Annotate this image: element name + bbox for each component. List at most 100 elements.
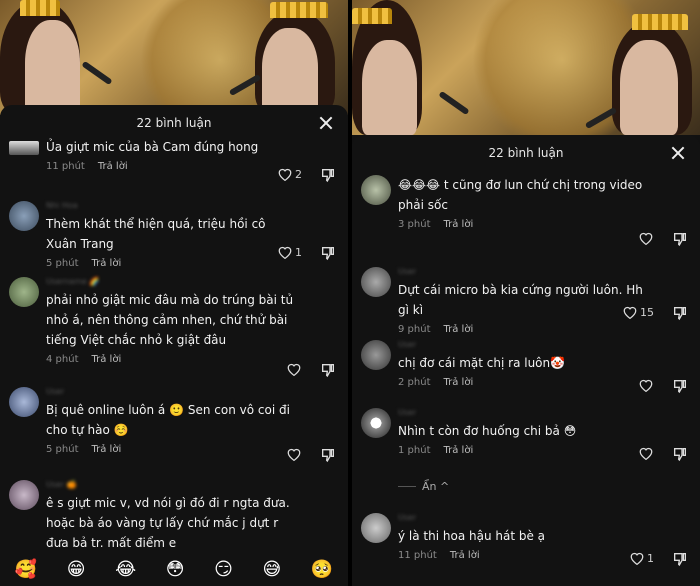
avatar[interactable]: [9, 201, 39, 231]
avatar[interactable]: [361, 408, 391, 438]
reply-button[interactable]: Trả lời: [444, 219, 474, 230]
sheet-header: 22 bình luận: [352, 135, 700, 171]
heart-icon: [639, 232, 653, 245]
dislike-icon[interactable]: [672, 551, 688, 567]
like-count: 15: [640, 305, 654, 319]
comment-text: ý là thi hoa hậu hát bè ạ: [398, 529, 546, 543]
sheet-header: 22 bình luận: [0, 105, 348, 141]
like-button[interactable]: 15: [622, 305, 654, 319]
heart-icon: [278, 246, 292, 259]
dislike-icon[interactable]: [320, 362, 336, 378]
close-icon[interactable]: [316, 113, 336, 133]
username: User: [46, 387, 65, 396]
comment-text: Bị quê online luôn á 🙂 Sen con vô coi đi…: [46, 403, 290, 437]
hide-label: Ẩn ^: [422, 480, 450, 493]
comment-item: User chị đơ cái mặt chị ra luôn🤡 2 phút …: [352, 340, 700, 394]
like-button[interactable]: 2: [277, 167, 302, 181]
comment-item: User Nhìn t còn đơ huống chi bả 😳 1 phút…: [352, 408, 700, 462]
like-button[interactable]: [638, 378, 654, 392]
heart-icon: [639, 379, 653, 392]
comment-item: User ý là thi hoa hậu hát bè ạ 11 phút T…: [352, 513, 700, 567]
like-button[interactable]: [638, 231, 654, 245]
heart-icon: [639, 447, 653, 460]
heart-icon: [623, 306, 637, 319]
dislike-icon[interactable]: [320, 245, 336, 261]
reply-button[interactable]: Trả lời: [450, 550, 480, 561]
comment-text: 😂😂😂 t cũng đơ lun chứ chị trong video ph…: [398, 178, 643, 212]
comment-item: User Dựt cái micro bà kia cứng người luô…: [352, 267, 700, 335]
heart-icon: [287, 448, 301, 461]
hide-replies[interactable]: Ẩn ^: [398, 480, 449, 493]
comment-item: User Bị quê online luôn á 🙂 Sen con vô c…: [0, 387, 348, 463]
comment-time: 11 phút: [398, 550, 437, 561]
divider: [398, 486, 416, 487]
emoji-button[interactable]: 🥺: [311, 559, 333, 580]
emoji-button[interactable]: 😅: [262, 559, 281, 580]
comment-item: Username 🌈 phải nhỏ giật mic đâu mà do t…: [0, 277, 348, 378]
dislike-icon[interactable]: [672, 378, 688, 394]
username: Username 🌈: [46, 277, 100, 286]
comment-time: 5 phút: [46, 258, 79, 269]
like-button[interactable]: [286, 362, 302, 376]
dislike-icon[interactable]: [320, 167, 336, 183]
username: User: [398, 267, 417, 276]
dislike-icon[interactable]: [672, 446, 688, 462]
comment-text: ê s giựt mic v, vd nói gì đó đi r ngta đ…: [46, 496, 290, 550]
comment-time: 5 phút: [46, 444, 79, 455]
like-button[interactable]: [286, 447, 302, 461]
reply-button[interactable]: Trả lời: [444, 377, 474, 388]
username: User: [398, 340, 417, 349]
emoji-button[interactable]: 😂: [115, 559, 136, 580]
reply-button[interactable]: Trả lời: [92, 444, 122, 455]
reply-button[interactable]: Trả lời: [92, 354, 122, 365]
dislike-icon[interactable]: [320, 447, 336, 463]
reply-button[interactable]: Trả lời: [92, 258, 122, 269]
like-count: 2: [295, 167, 302, 181]
emoji-button[interactable]: 😳: [166, 559, 185, 580]
reply-button[interactable]: Trả lời: [98, 161, 128, 172]
dislike-icon[interactable]: [672, 231, 688, 247]
username: Nhi Hoa: [46, 201, 78, 210]
right-screenshot: 22 bình luận 😂😂😂 t cũng đơ lun chứ chị t…: [352, 0, 700, 586]
comment-time: 1 phút: [398, 445, 431, 456]
heart-icon: [630, 552, 644, 565]
username: User: [398, 513, 417, 522]
avatar[interactable]: [9, 480, 39, 510]
like-button[interactable]: [638, 446, 654, 460]
avatar[interactable]: [361, 340, 391, 370]
close-icon[interactable]: [668, 143, 688, 163]
comment-item: Ủa giựt mic của bà Cam đúng hong 11 phút…: [0, 137, 348, 183]
heart-icon: [287, 363, 301, 376]
comment-text: Ủa giựt mic của bà Cam đúng hong: [46, 140, 259, 154]
like-button[interactable]: 1: [629, 551, 654, 565]
avatar[interactable]: [361, 267, 391, 297]
comment-item: User 🍊 ê s giựt mic v, vd nói gì đó đi r…: [0, 480, 348, 553]
like-count: 1: [295, 245, 302, 259]
dislike-icon[interactable]: [672, 305, 688, 321]
comments-sheet: 22 bình luận Ủa giựt mic của bà Cam đúng…: [0, 105, 348, 586]
comment-text: phải nhỏ giật mic đâu mà do trúng bài tủ…: [46, 293, 294, 347]
avatar[interactable]: [361, 513, 391, 543]
comment-text: Thèm khát thể hiện quá, triệu hồi cô Xuâ…: [46, 217, 266, 251]
reply-button[interactable]: Trả lời: [444, 445, 474, 456]
comment-time: 2 phút: [398, 377, 431, 388]
emoji-button[interactable]: 😏: [214, 559, 233, 580]
left-screenshot: 22 bình luận Ủa giựt mic của bà Cam đúng…: [0, 0, 348, 586]
avatar[interactable]: [9, 387, 39, 417]
emoji-button[interactable]: 😁: [67, 559, 86, 580]
comment-time: 3 phút: [398, 219, 431, 230]
comment-text: Dựt cái micro bà kia cứng người luôn. Hh…: [398, 283, 643, 317]
avatar[interactable]: [9, 141, 39, 155]
like-button[interactable]: 1: [277, 245, 302, 259]
emoji-button[interactable]: 🥰: [15, 559, 37, 580]
comment-text: Nhìn t còn đơ huống chi bả 😳: [398, 424, 577, 438]
heart-icon: [278, 168, 292, 181]
comment-time: 11 phút: [46, 161, 85, 172]
video-background: [352, 0, 700, 135]
reply-button[interactable]: Trả lời: [444, 324, 474, 335]
comment-time: 4 phút: [46, 354, 79, 365]
comment-text: chị đơ cái mặt chị ra luôn🤡: [398, 356, 566, 370]
comment-item: 😂😂😂 t cũng đơ lun chứ chị trong video ph…: [352, 175, 700, 247]
avatar[interactable]: [361, 175, 391, 205]
avatar[interactable]: [9, 277, 39, 307]
